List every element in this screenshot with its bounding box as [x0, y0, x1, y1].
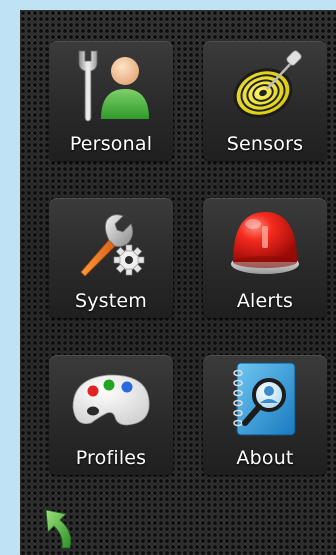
- profiles-tile[interactable]: Profiles: [49, 355, 173, 475]
- sensors-label: Sensors: [226, 133, 304, 155]
- home-screen: Personal Sensors System Alerts Profiles …: [20, 10, 336, 555]
- notebook-magnifier-icon: [225, 361, 305, 437]
- system-label: System: [74, 290, 148, 312]
- sensors-tile[interactable]: Sensors: [203, 41, 327, 161]
- target-sensor-icon: [225, 47, 305, 123]
- personal-label: Personal: [69, 133, 153, 155]
- profiles-label: Profiles: [75, 447, 147, 469]
- system-tile[interactable]: System: [49, 198, 173, 318]
- about-label: About: [236, 447, 294, 469]
- wrench-gear-icon: [71, 204, 151, 280]
- alerts-label: Alerts: [236, 290, 294, 312]
- alerts-tile[interactable]: Alerts: [203, 198, 327, 318]
- red-alarm-light-icon: [225, 204, 305, 280]
- personal-tile[interactable]: Personal: [49, 41, 173, 161]
- back-arrow-icon: [45, 509, 72, 549]
- back-button[interactable]: [40, 506, 80, 550]
- about-tile[interactable]: About: [203, 355, 327, 475]
- person-wrench-icon: [71, 47, 151, 123]
- paint-palette-icon: [71, 361, 151, 437]
